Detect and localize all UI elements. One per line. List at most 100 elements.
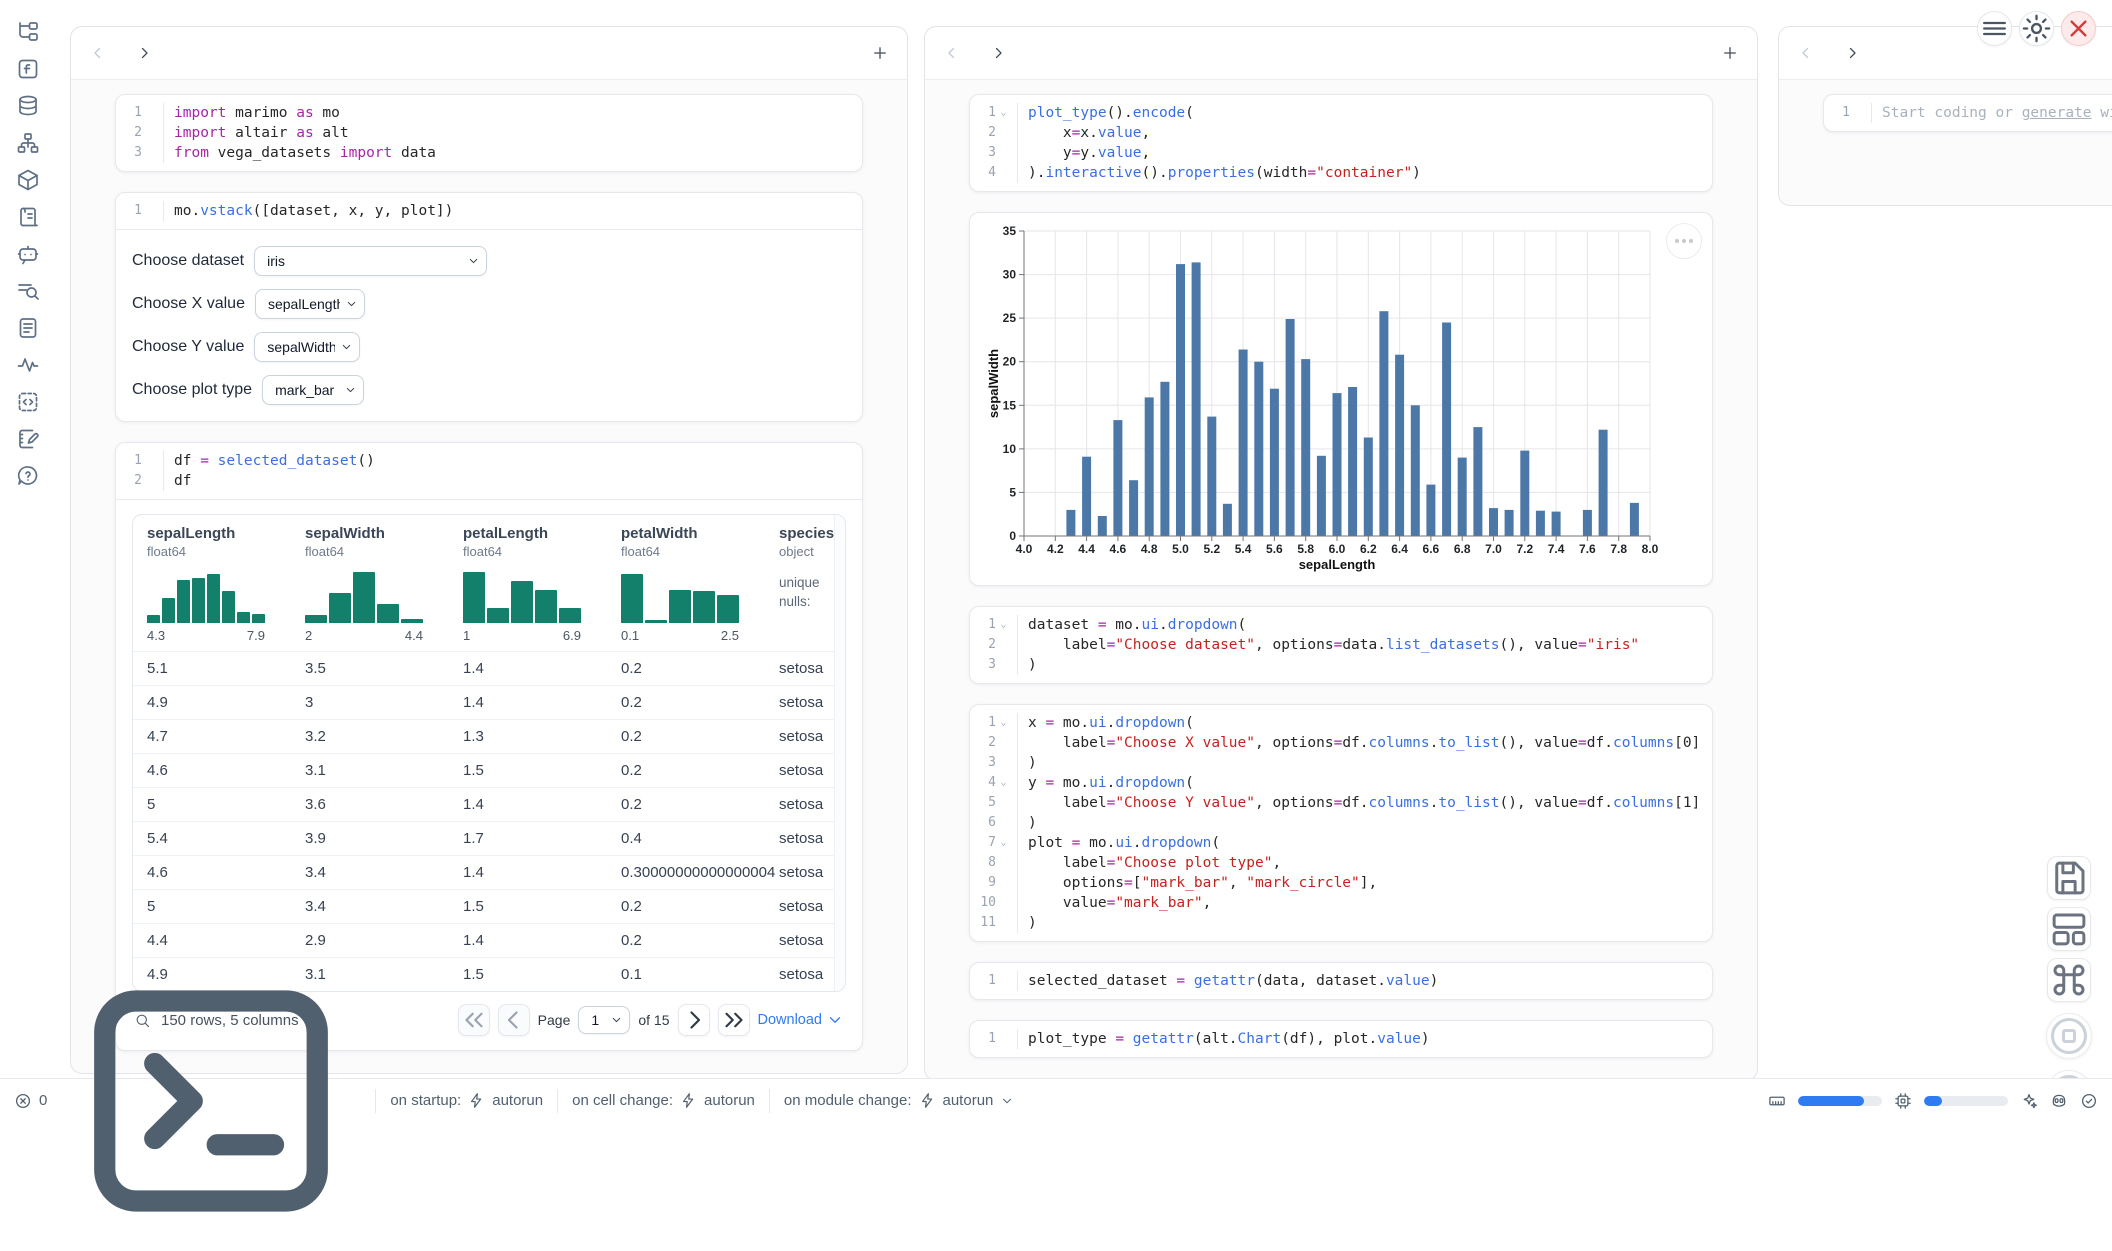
scroll-left-button[interactable] bbox=[1797, 44, 1815, 62]
scroll-icon[interactable] bbox=[16, 205, 40, 229]
code-editor-df[interactable]: 1df = selected_dataset()2df bbox=[116, 443, 862, 499]
save-button[interactable] bbox=[2047, 856, 2091, 900]
choose-plot-type-select[interactable]: mark_bar bbox=[262, 375, 364, 405]
document-icon[interactable] bbox=[16, 316, 40, 340]
column-header-petalLength[interactable]: petalLength float6416.9 bbox=[463, 525, 621, 643]
shutdown-button[interactable] bbox=[2061, 11, 2096, 46]
cell-placeholder[interactable]: Start coding or generate with bbox=[1871, 103, 2112, 123]
column-1-body: 1import marimo as mo2import altair as al… bbox=[71, 80, 907, 1073]
empty-cell[interactable]: 1 Start coding or generate with bbox=[1823, 94, 2112, 132]
table-row[interactable]: 4.931.40.2setosa bbox=[133, 685, 845, 719]
help-circle-icon[interactable] bbox=[16, 464, 40, 488]
chart-bar bbox=[1082, 457, 1091, 536]
chart-bar bbox=[1458, 458, 1467, 536]
function-square-icon[interactable] bbox=[16, 57, 40, 81]
column-header-petalWidth[interactable]: petalWidth float640.12.5 bbox=[621, 525, 779, 643]
chart-bar bbox=[1333, 393, 1342, 536]
column-header-sepalLength[interactable]: sepalLength float644.37.9 bbox=[147, 525, 305, 643]
code-line: 1⌄plot_type().encode( bbox=[970, 103, 1700, 123]
error-counter[interactable]: 0 bbox=[14, 1092, 47, 1110]
code-editor-plottype[interactable]: 1plot_type = getattr(alt.Chart(df), plot… bbox=[970, 1021, 1712, 1057]
code-editor-selected[interactable]: 1selected_dataset = getattr(data, datase… bbox=[970, 963, 1712, 999]
code-editor-encode[interactable]: 1⌄plot_type().encode(2 x=x.value,3 y=y.v… bbox=[970, 95, 1712, 191]
sitemap-icon[interactable] bbox=[16, 131, 40, 155]
log-search-icon[interactable] bbox=[16, 279, 40, 303]
column-histogram bbox=[305, 569, 423, 623]
chart-bar bbox=[1630, 503, 1639, 536]
notebook-column-1: 1import marimo as mo2import altair as al… bbox=[70, 26, 908, 1074]
activity-icon[interactable] bbox=[16, 353, 40, 377]
connection-status-icon[interactable] bbox=[2080, 1092, 2098, 1110]
menu-button[interactable] bbox=[1977, 11, 2012, 46]
run-config-item[interactable]: on module change: autorun bbox=[784, 1092, 1014, 1109]
code-line: 7⌄plot = mo.ui.dropdown( bbox=[970, 833, 1700, 853]
bar-chart[interactable]: 4.04.24.44.64.85.05.25.45.65.86.06.26.46… bbox=[986, 221, 1689, 573]
code-editor-empty[interactable]: 1 Start coding or generate with bbox=[1824, 95, 2112, 131]
choose-x-value-select[interactable]: sepalLength bbox=[255, 289, 365, 319]
code-editor-vstack[interactable]: 1mo.vstack([dataset, x, y, plot]) bbox=[116, 193, 862, 229]
svg-text:4.4: 4.4 bbox=[1078, 542, 1095, 556]
chart-bar bbox=[1505, 510, 1514, 536]
vstack-cell[interactable]: 1mo.vstack([dataset, x, y, plot]) Choose… bbox=[115, 192, 863, 422]
svg-text:30: 30 bbox=[1003, 268, 1017, 282]
column-name: petalWidth bbox=[621, 525, 779, 542]
generate-link[interactable]: generate bbox=[2022, 105, 2092, 121]
ai-sparkles-button[interactable] bbox=[2020, 1092, 2038, 1110]
terminal-button[interactable] bbox=[61, 951, 361, 1251]
scroll-right-button[interactable] bbox=[1843, 44, 1861, 62]
plot-encode-cell[interactable]: 1⌄plot_type().encode(2 x=x.value,3 y=y.v… bbox=[969, 94, 1713, 192]
code-line: 5 label="Choose Y value", options=df.col… bbox=[970, 793, 1700, 813]
table-cell: 5 bbox=[147, 796, 305, 813]
chart-bar bbox=[1583, 510, 1592, 536]
table-row[interactable]: 4.63.41.40.30000000000000004setosa bbox=[133, 855, 845, 889]
table-row[interactable]: 53.41.50.2setosa bbox=[133, 889, 845, 923]
file-tree-icon[interactable] bbox=[16, 20, 40, 44]
notebook-pen-icon[interactable] bbox=[16, 427, 40, 451]
table-row[interactable]: 5.43.91.70.4setosa bbox=[133, 821, 845, 855]
imports-cell[interactable]: 1import marimo as mo2import altair as al… bbox=[115, 94, 863, 172]
code-editor-imports[interactable]: 1import marimo as mo2import altair as al… bbox=[116, 95, 862, 171]
table-scrollbar[interactable] bbox=[834, 515, 845, 991]
selected-dataset-cell[interactable]: 1selected_dataset = getattr(data, datase… bbox=[969, 962, 1713, 1000]
package-icon[interactable] bbox=[16, 168, 40, 192]
plot-type-cell[interactable]: 1plot_type = getattr(alt.Chart(df), plot… bbox=[969, 1020, 1713, 1058]
database-icon[interactable] bbox=[16, 94, 40, 118]
table-row[interactable]: 4.63.11.50.2setosa bbox=[133, 753, 845, 787]
xy-plot-dropdown-cell[interactable]: 1⌄x = mo.ui.dropdown(2 label="Choose X v… bbox=[969, 704, 1713, 942]
table-row[interactable]: 53.61.40.2setosa bbox=[133, 787, 845, 821]
table-row[interactable]: 4.73.21.30.2setosa bbox=[133, 719, 845, 753]
settings-button[interactable] bbox=[2019, 11, 2054, 46]
column-header-sepalWidth[interactable]: sepalWidth float6424.4 bbox=[305, 525, 463, 643]
scroll-left-button[interactable] bbox=[943, 44, 961, 62]
run-config-value: autorun bbox=[492, 1092, 543, 1109]
column-histogram bbox=[463, 569, 581, 623]
stop-button[interactable] bbox=[2046, 1013, 2092, 1059]
choose-y-value-select[interactable]: sepalWidth bbox=[254, 332, 360, 362]
code-line: 1df = selected_dataset() bbox=[116, 451, 850, 471]
dataset-dropdown-cell[interactable]: 1⌄dataset = mo.ui.dropdown(2 label="Choo… bbox=[969, 606, 1713, 684]
code-square-icon[interactable] bbox=[16, 390, 40, 414]
layout-button[interactable] bbox=[2047, 907, 2091, 951]
dataframe-table[interactable]: sepalLength float644.37.9 sepalWidth flo… bbox=[132, 514, 846, 992]
copilot-button[interactable] bbox=[2050, 1092, 2068, 1110]
chart-menu-button[interactable] bbox=[1666, 223, 1702, 259]
table-row[interactable]: 5.13.51.40.2setosa bbox=[133, 651, 845, 685]
code-editor-dataset[interactable]: 1⌄dataset = mo.ui.dropdown(2 label="Choo… bbox=[970, 607, 1712, 683]
keyboard-shortcuts-button[interactable] bbox=[2047, 958, 2091, 1002]
code-editor-xyplot[interactable]: 1⌄x = mo.ui.dropdown(2 label="Choose X v… bbox=[970, 705, 1712, 941]
table-cell: 5.4 bbox=[147, 830, 305, 847]
table-cell: 4.6 bbox=[147, 762, 305, 779]
choose-dataset-select[interactable]: iris bbox=[254, 246, 487, 276]
run-config-item[interactable]: on cell change: autorun bbox=[572, 1092, 755, 1109]
run-config-item[interactable]: on startup: autorun bbox=[390, 1092, 543, 1109]
bot-message-icon[interactable] bbox=[16, 242, 40, 266]
scroll-left-button[interactable] bbox=[89, 44, 107, 62]
scroll-right-button[interactable] bbox=[135, 44, 153, 62]
add-column-button[interactable] bbox=[1721, 44, 1739, 62]
table-cell: 2.9 bbox=[305, 932, 463, 949]
chart-bar bbox=[1239, 350, 1248, 537]
code-line: 1import marimo as mo bbox=[116, 103, 850, 123]
chart-bar bbox=[1098, 516, 1107, 536]
scroll-right-button[interactable] bbox=[989, 44, 1007, 62]
add-column-button[interactable] bbox=[871, 44, 889, 62]
